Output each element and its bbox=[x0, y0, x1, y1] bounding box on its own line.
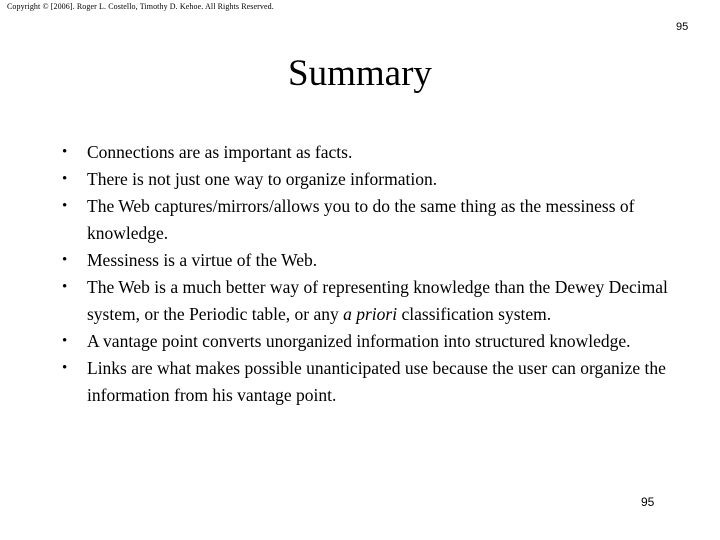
list-item-organize-information: • There is not just one way to organize … bbox=[60, 166, 672, 193]
page-number-top: 95 bbox=[676, 21, 689, 33]
list-item-messiness-virtue: • Messiness is a virtue of the Web. bbox=[60, 247, 672, 274]
page-title: Summary bbox=[288, 53, 432, 94]
list-item-web-better-than-dewey: • The Web is a much better way of repres… bbox=[60, 274, 672, 328]
list-item-label: Messiness is a virtue of the Web. bbox=[87, 250, 318, 270]
bullet-point-icon: • bbox=[62, 198, 68, 214]
list-item-label: Links are what makes possible unanticipa… bbox=[87, 358, 666, 405]
list-item-label: The Web captures/mirrors/allows you to d… bbox=[87, 196, 635, 243]
list-item-links-unanticipated-use: • Links are what makes possible unantici… bbox=[60, 355, 672, 409]
list-item-vantage-point: • A vantage point converts unorganized i… bbox=[60, 328, 672, 355]
list-item-label-part-2: classification system. bbox=[397, 304, 552, 324]
bullet-point-icon: • bbox=[62, 144, 68, 160]
slide: Copyright © [2006]. Roger L. Costello, T… bbox=[0, 0, 720, 540]
bullet-point-icon: • bbox=[62, 171, 68, 187]
list-item-label: A vantage point converts unorganized inf… bbox=[87, 331, 631, 351]
bullet-point-icon: • bbox=[62, 360, 68, 376]
page-number-bottom: 95 bbox=[641, 495, 655, 509]
bullet-list-container: • Connections are as important as facts.… bbox=[60, 139, 672, 409]
list-item-label-emphasis: a priori bbox=[343, 304, 398, 324]
copyright-notice: Copyright © [2006]. Roger L. Costello, T… bbox=[7, 2, 274, 11]
bullet-list: • Connections are as important as facts.… bbox=[60, 139, 672, 409]
list-item-label: The Web is a much better way of represen… bbox=[87, 274, 672, 328]
bullet-point-icon: • bbox=[62, 279, 68, 295]
list-item-label: There is not just one way to organize in… bbox=[87, 169, 438, 189]
list-item-label: Connections are as important as facts. bbox=[87, 142, 353, 162]
bullet-point-icon: • bbox=[62, 252, 68, 268]
list-item-web-captures-messiness: • The Web captures/mirrors/allows you to… bbox=[60, 193, 672, 247]
list-item-connections: • Connections are as important as facts. bbox=[60, 139, 672, 166]
bullet-point-icon: • bbox=[62, 333, 68, 349]
